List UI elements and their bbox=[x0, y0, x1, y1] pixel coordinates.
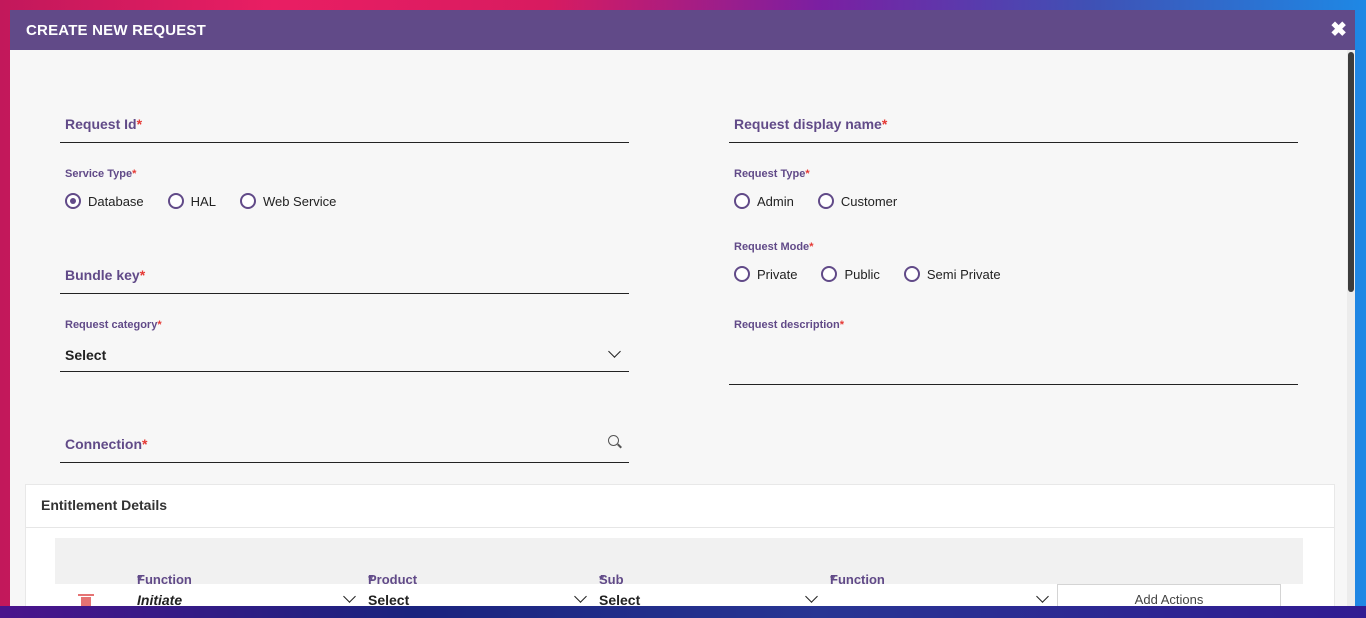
function-category-select[interactable]: Initiate bbox=[137, 592, 182, 606]
required-marker: * bbox=[139, 267, 146, 283]
required-marker: * bbox=[136, 116, 143, 132]
radio-database[interactable]: Database bbox=[65, 193, 144, 209]
radio-empty-icon bbox=[734, 266, 750, 282]
radio-web-service[interactable]: Web Service bbox=[239, 193, 336, 209]
required-marker: * bbox=[142, 436, 148, 452]
radio-empty-icon bbox=[903, 266, 920, 282]
radio-empty-icon bbox=[821, 266, 838, 282]
sub-product-select[interactable]: Select bbox=[599, 592, 640, 606]
connection-field[interactable]: Connection* bbox=[60, 422, 629, 463]
request-mode-label: Request Mode* bbox=[734, 241, 814, 253]
chevron-down-icon bbox=[608, 345, 621, 358]
scrollbar[interactable] bbox=[1347, 50, 1355, 606]
request-category-label: Request category* bbox=[65, 319, 162, 331]
radio-selected-icon bbox=[65, 193, 81, 209]
add-actions-button[interactable]: Add Actions bbox=[1057, 584, 1281, 606]
modal-title: CREATE NEW REQUEST bbox=[26, 21, 206, 39]
modal-header: CREATE NEW REQUEST ✖ bbox=[10, 10, 1355, 50]
search-icon[interactable] bbox=[608, 435, 619, 446]
trash-icon[interactable] bbox=[78, 594, 94, 606]
request-display-name-field[interactable]: Request display name* bbox=[729, 102, 1298, 143]
radio-admin[interactable]: Admin bbox=[734, 193, 794, 209]
entitlement-details-title: Entitlement Details bbox=[41, 497, 168, 513]
request-mode-radio-group: Private Public Semi Private bbox=[734, 266, 1025, 282]
table-row: Initiate Select Select Add Actions bbox=[55, 584, 1303, 606]
bundle-key-label: Bundle key bbox=[65, 267, 140, 283]
scrollbar-thumb[interactable] bbox=[1348, 52, 1354, 292]
required-marker: * bbox=[881, 116, 888, 132]
radio-empty-icon bbox=[817, 193, 834, 209]
radio-empty-icon bbox=[167, 193, 184, 209]
request-category-select[interactable]: Select bbox=[60, 336, 629, 372]
radio-semi-private[interactable]: Semi Private bbox=[903, 266, 1001, 282]
request-id-field[interactable]: Request Id* bbox=[60, 102, 629, 143]
product-select[interactable]: Select bbox=[368, 592, 409, 606]
radio-hal[interactable]: HAL bbox=[167, 193, 216, 209]
radio-private[interactable]: Private bbox=[734, 266, 797, 282]
create-request-modal: CREATE NEW REQUEST ✖ Request Id* Request… bbox=[10, 10, 1355, 606]
radio-empty-icon bbox=[734, 193, 750, 209]
connection-label: Connection bbox=[65, 436, 142, 452]
bundle-key-field[interactable]: Bundle key* bbox=[60, 253, 629, 294]
radio-public[interactable]: Public bbox=[821, 266, 880, 282]
radio-customer[interactable]: Customer bbox=[817, 193, 897, 209]
chevron-down-icon[interactable] bbox=[574, 590, 587, 603]
chevron-down-icon[interactable] bbox=[1036, 590, 1049, 603]
request-display-name-label: Request display name bbox=[734, 116, 882, 132]
close-icon[interactable]: ✖ bbox=[1330, 20, 1347, 40]
chevron-down-icon[interactable] bbox=[805, 590, 818, 603]
request-category-value: Select bbox=[65, 347, 107, 363]
request-type-label: Request Type* bbox=[734, 168, 810, 180]
divider bbox=[26, 527, 1334, 528]
entitlement-details-card: Entitlement Details Function Category* P… bbox=[25, 484, 1335, 606]
radio-empty-icon bbox=[239, 193, 256, 209]
desktop-background bbox=[0, 606, 1366, 618]
service-type-label: Service Type* bbox=[65, 168, 137, 180]
request-description-input[interactable] bbox=[729, 336, 1298, 385]
request-description-label: Request description* bbox=[734, 319, 845, 331]
chevron-down-icon[interactable] bbox=[343, 590, 356, 603]
request-type-radio-group: Admin Customer bbox=[734, 193, 921, 209]
service-type-radio-group: Database HAL Web Service bbox=[65, 193, 360, 209]
entitlement-table-header: Function Category* Product* Sub Product*… bbox=[55, 538, 1303, 602]
request-id-label: Request Id bbox=[65, 116, 137, 132]
